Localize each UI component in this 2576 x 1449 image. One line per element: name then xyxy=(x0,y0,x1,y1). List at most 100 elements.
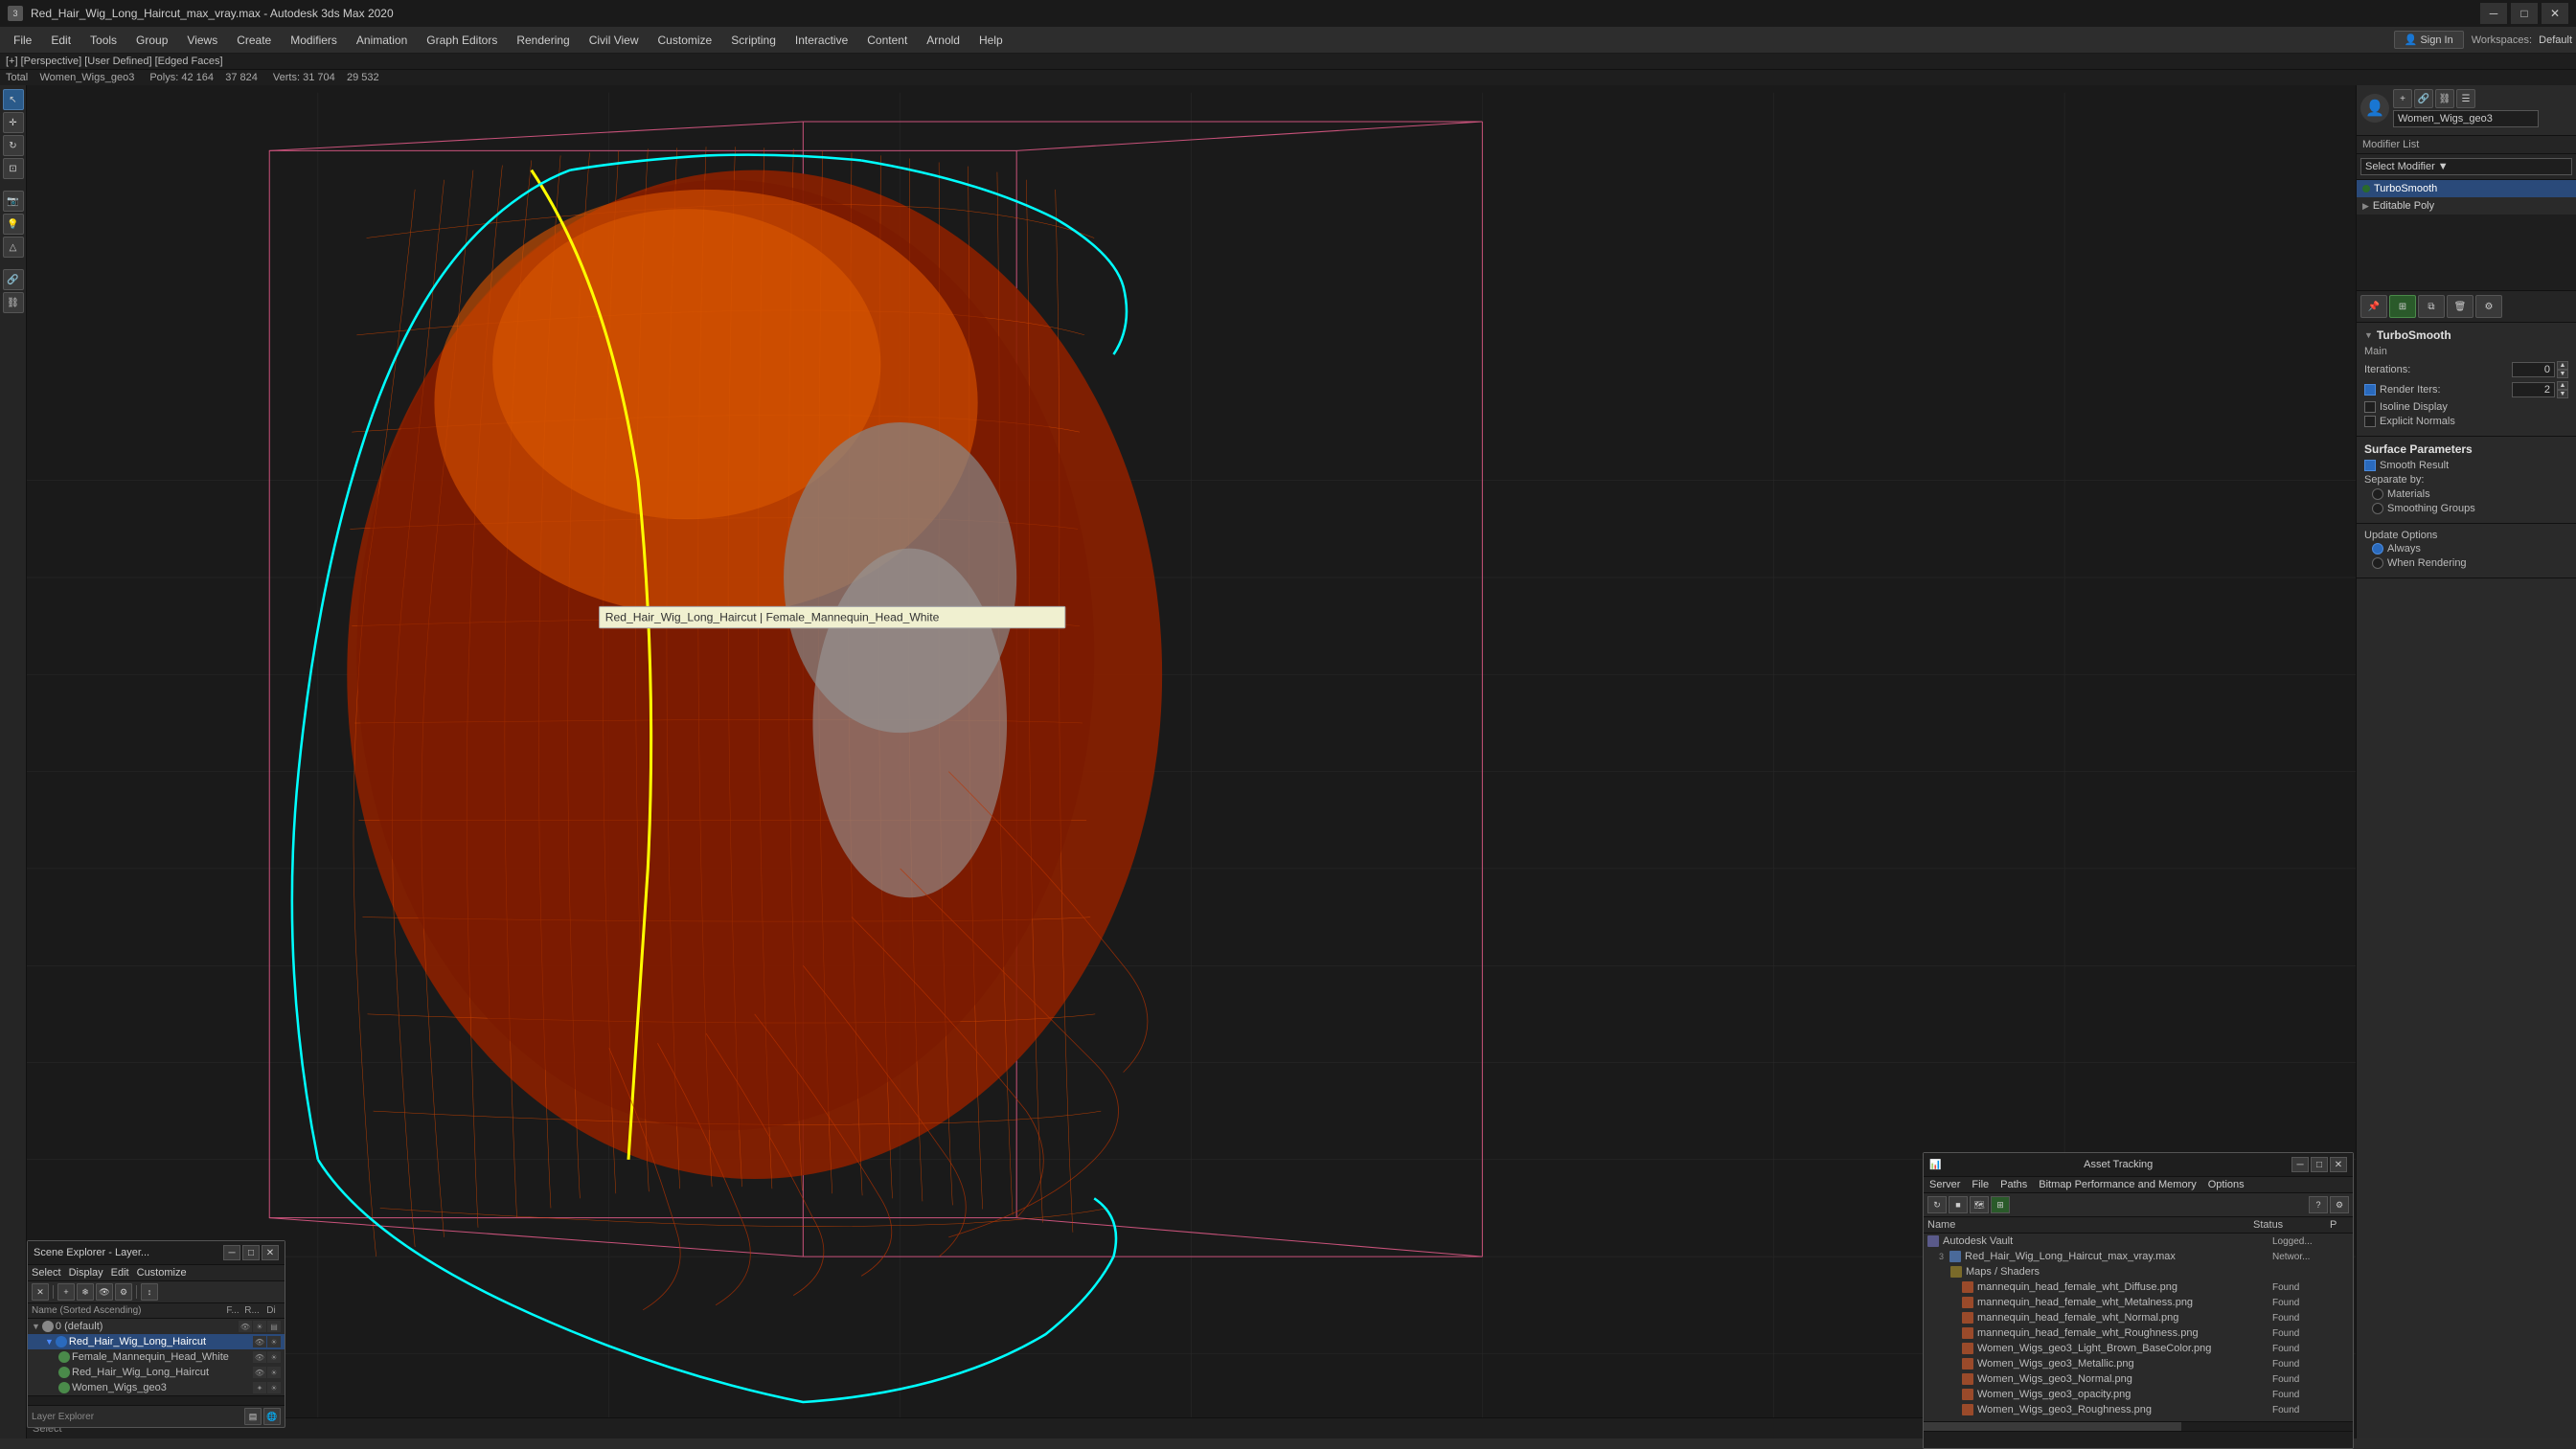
se-close-btn[interactable]: ✕ xyxy=(262,1245,279,1260)
vis-render[interactable]: ☀ xyxy=(253,1321,266,1332)
se-display-menu[interactable]: Display xyxy=(69,1267,103,1279)
se-scrollbar[interactable] xyxy=(28,1395,285,1405)
rotate-tool-btn[interactable]: ↻ xyxy=(3,135,24,156)
at-show-btn[interactable]: ⊞ xyxy=(1991,1196,2010,1213)
move-tool-btn[interactable]: ✛ xyxy=(3,112,24,133)
show-modifier-btn[interactable]: ⊞ xyxy=(2389,295,2416,318)
se-sort-btn[interactable]: ↕ xyxy=(141,1283,158,1301)
at-item-map6[interactable]: Women_Wigs_geo3_Metallic.png Found xyxy=(1924,1356,2353,1371)
close-button[interactable]: ✕ xyxy=(2542,3,2568,24)
se-add-btn[interactable]: + xyxy=(57,1283,75,1301)
menu-create[interactable]: Create xyxy=(227,30,281,51)
link-btn[interactable]: 🔗 xyxy=(2414,89,2433,108)
at-item-map5[interactable]: Women_Wigs_geo3_Light_Brown_BaseColor.pn… xyxy=(1924,1341,2353,1356)
vis-eye[interactable]: 👁 xyxy=(253,1336,266,1347)
se-settings-btn[interactable]: ⚙ xyxy=(115,1283,132,1301)
at-settings2-btn[interactable]: ⚙ xyxy=(2330,1196,2349,1213)
vis-eye[interactable]: 👁 xyxy=(239,1321,252,1332)
at-item-map4[interactable]: mannequin_head_female_wht_Roughness.png … xyxy=(1924,1325,2353,1341)
add-modifier-btn[interactable]: + xyxy=(2393,89,2412,108)
tree-item-wig[interactable]: Red_Hair_Wig_Long_Haircut 👁 ☀ xyxy=(28,1365,285,1380)
scale-tool-btn[interactable]: ⊡ xyxy=(3,158,24,179)
menu-edit[interactable]: Edit xyxy=(41,30,80,51)
menu-group[interactable]: Group xyxy=(126,30,177,51)
vis-render[interactable]: ☀ xyxy=(267,1336,281,1347)
iterations-spinner[interactable]: ▲ ▼ xyxy=(2557,361,2568,378)
vis-eye[interactable]: 👁 xyxy=(253,1367,266,1378)
se-freeze-btn[interactable]: ❄ xyxy=(77,1283,94,1301)
menu-civil-view[interactable]: Civil View xyxy=(580,30,649,51)
render-iters-spinner[interactable]: ▲ ▼ xyxy=(2557,381,2568,398)
maximize-button[interactable]: □ xyxy=(2511,3,2538,24)
at-file-menu[interactable]: File xyxy=(1972,1179,1989,1190)
tree-item-mannequin[interactable]: Female_Mannequin_Head_White 👁 ☀ xyxy=(28,1349,285,1365)
menu-graph-editors[interactable]: Graph Editors xyxy=(417,30,507,51)
select-tool-btn[interactable]: ↖ xyxy=(3,89,24,110)
menu-interactive[interactable]: Interactive xyxy=(786,30,857,51)
unlink-btn[interactable]: ⛓ xyxy=(3,292,24,313)
se-select-menu[interactable]: Select xyxy=(32,1267,61,1279)
at-search-bar[interactable] xyxy=(1924,1431,2353,1448)
at-scrollbar[interactable] xyxy=(1924,1421,2353,1431)
at-item-map2[interactable]: mannequin_head_female_wht_Metalness.png … xyxy=(1924,1295,2353,1310)
at-stop-btn[interactable]: ■ xyxy=(1949,1196,1968,1213)
explicit-normals-checkbox[interactable] xyxy=(2364,416,2376,427)
at-item-maxfile[interactable]: 3 Red_Hair_Wig_Long_Haircut_max_vray.max… xyxy=(1924,1249,2353,1264)
at-options-menu[interactable]: Options xyxy=(2208,1179,2245,1190)
menu-arnold[interactable]: Arnold xyxy=(917,30,969,51)
unlink-btn[interactable]: ⛓ xyxy=(2435,89,2454,108)
link-btn[interactable]: 🔗 xyxy=(3,269,24,290)
smoothing-groups-radio[interactable] xyxy=(2372,503,2383,514)
geo-btn[interactable]: △ xyxy=(3,237,24,258)
tree-item-wig-group[interactable]: ▼ Red_Hair_Wig_Long_Haircut 👁 ☀ xyxy=(28,1334,285,1349)
at-item-maps-folder[interactable]: Maps / Shaders xyxy=(1924,1264,2353,1279)
isoline-checkbox[interactable] xyxy=(2364,401,2376,413)
vis-render[interactable]: ☀ xyxy=(267,1351,281,1363)
at-item-map8[interactable]: Women_Wigs_geo3_opacity.png Found xyxy=(1924,1387,2353,1402)
at-item-map3[interactable]: mannequin_head_female_wht_Normal.png Fou… xyxy=(1924,1310,2353,1325)
render-iters-down[interactable]: ▼ xyxy=(2557,390,2568,398)
tree-item-wigs-geo[interactable]: Women_Wigs_geo3 ✦ ☀ xyxy=(28,1380,285,1395)
iterations-up[interactable]: ▲ xyxy=(2557,361,2568,370)
render-iters-up[interactable]: ▲ xyxy=(2557,381,2568,390)
camera-btn[interactable]: 📷 xyxy=(3,191,24,212)
se-minimize-btn[interactable]: ─ xyxy=(223,1245,240,1260)
materials-radio[interactable] xyxy=(2372,488,2383,500)
tree-item-layer0[interactable]: ▼ 0 (default) 👁 ☀ ▤ xyxy=(28,1319,285,1334)
vis-render[interactable]: ☀ xyxy=(267,1382,281,1393)
se-hide-btn[interactable]: 👁 xyxy=(96,1283,113,1301)
at-item-map9[interactable]: Women_Wigs_geo3_Roughness.png Found xyxy=(1924,1402,2353,1417)
menu-file[interactable]: File xyxy=(4,30,41,51)
menu-modifiers[interactable]: Modifiers xyxy=(281,30,347,51)
iterations-down[interactable]: ▼ xyxy=(2557,370,2568,378)
at-item-map1[interactable]: mannequin_head_female_wht_Diffuse.png Fo… xyxy=(1924,1279,2353,1295)
se-layers-btn[interactable]: ▤ xyxy=(244,1408,262,1425)
at-server-menu[interactable]: Server xyxy=(1929,1179,1960,1190)
at-bitmap-menu[interactable]: Bitmap Performance and Memory xyxy=(2039,1179,2196,1190)
modifier-turbosmooth[interactable]: TurboSmooth xyxy=(2357,180,2576,197)
at-minimize-btn[interactable]: ─ xyxy=(2291,1157,2309,1172)
menu-scripting[interactable]: Scripting xyxy=(721,30,786,51)
se-filter-btn[interactable]: ✕ xyxy=(32,1283,49,1301)
light-btn[interactable]: 💡 xyxy=(3,214,24,235)
at-refresh-btn[interactable]: ↻ xyxy=(1927,1196,1947,1213)
signin-button[interactable]: 👤 Sign In xyxy=(2394,31,2464,49)
at-map-btn[interactable]: 🗺 xyxy=(1970,1196,1989,1213)
always-radio[interactable] xyxy=(2372,543,2383,555)
se-maximize-btn[interactable]: □ xyxy=(242,1245,260,1260)
menu-rendering[interactable]: Rendering xyxy=(507,30,579,51)
modifier-editable-poly[interactable]: ▶ Editable Poly xyxy=(2357,197,2576,215)
at-paths-menu[interactable]: Paths xyxy=(2000,1179,2027,1190)
se-edit-menu[interactable]: Edit xyxy=(111,1267,129,1279)
smooth-result-checkbox[interactable] xyxy=(2364,460,2376,471)
menu-customize[interactable]: Customize xyxy=(649,30,722,51)
make-unique-btn[interactable]: ⧉ xyxy=(2418,295,2445,318)
modifier-dropdown[interactable]: Select Modifier ▼ xyxy=(2360,158,2572,175)
menu-help[interactable]: Help xyxy=(969,30,1013,51)
menu-views[interactable]: Views xyxy=(177,30,227,51)
when-rendering-radio[interactable] xyxy=(2372,557,2383,569)
se-scene-btn[interactable]: 🌐 xyxy=(263,1408,281,1425)
render-iters-checkbox[interactable] xyxy=(2364,384,2376,396)
at-close-btn[interactable]: ✕ xyxy=(2330,1157,2347,1172)
menu-tools[interactable]: Tools xyxy=(80,30,126,51)
